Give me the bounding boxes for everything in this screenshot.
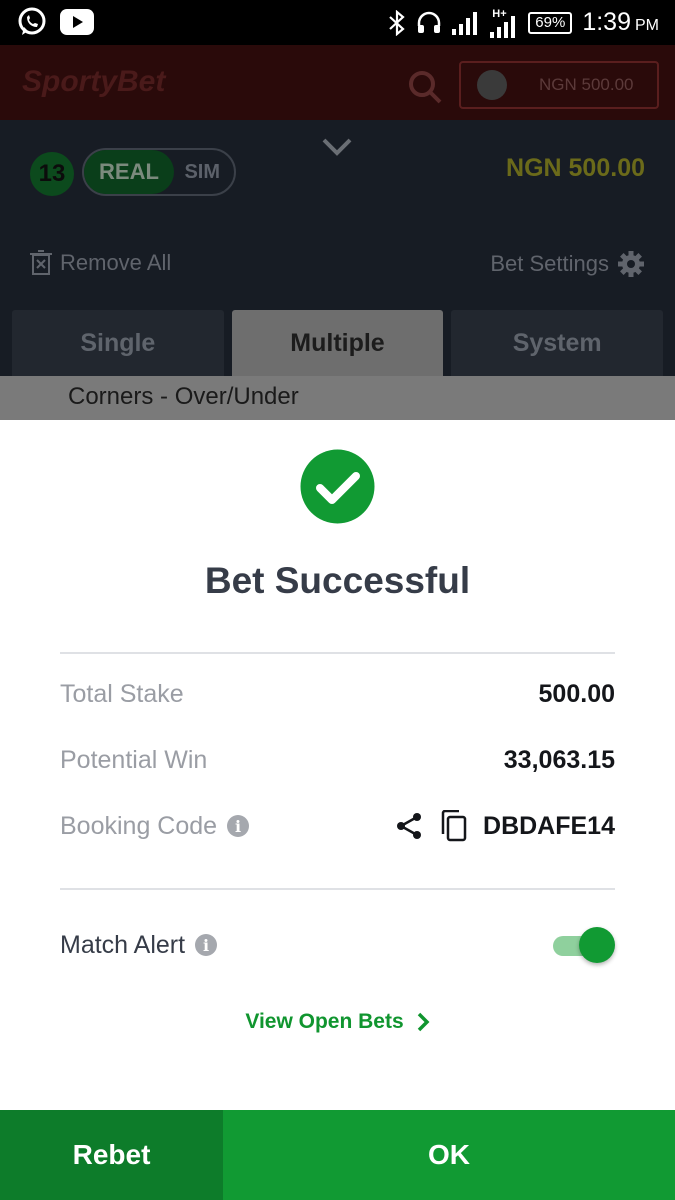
signal-icon — [452, 11, 478, 35]
gear-icon — [618, 251, 644, 277]
share-icon[interactable] — [395, 812, 423, 840]
dialog-actions: Rebet OK — [0, 1110, 675, 1200]
chevron-right-icon — [417, 1012, 430, 1032]
potential-win-row: Potential Win 33,063.15 — [60, 740, 615, 780]
status-bar: H+ 69% 1:39 PM — [0, 0, 675, 45]
booking-code-group: DBDAFE14 — [395, 810, 615, 842]
headset-icon — [418, 11, 441, 33]
header-balance-button[interactable]: NGN 500.00 — [459, 61, 659, 109]
dialog-title: Bet Successful — [204, 560, 471, 601]
bet-type-tabs: Single Multiple System — [12, 310, 664, 376]
youtube-icon — [60, 9, 94, 35]
trash-icon — [30, 250, 52, 275]
total-stake-row: Total Stake 500.00 — [60, 674, 615, 714]
potential-win-label: Potential Win — [60, 745, 208, 774]
match-alert-toggle[interactable] — [553, 925, 615, 965]
booking-code-label-group: Booking Code i — [60, 811, 250, 841]
divider — [60, 888, 615, 890]
potential-win-value: 33,063.15 — [503, 745, 615, 774]
divider — [60, 652, 615, 654]
toggle-knob — [579, 927, 615, 963]
rebet-button[interactable]: Rebet — [0, 1110, 223, 1200]
view-open-bets-link[interactable]: View Open Bets — [0, 1010, 675, 1034]
view-open-bets-label: View Open Bets — [245, 1010, 404, 1033]
booking-code-row: Booking Code i DBDAFE14 — [60, 806, 615, 846]
sportybet-logo: SportyBet — [22, 65, 166, 98]
info-icon[interactable]: i — [195, 934, 218, 956]
info-icon[interactable]: i — [227, 815, 250, 837]
selection-count-badge: 13 — [30, 152, 74, 196]
battery-indicator: 69% — [528, 11, 573, 34]
match-alert-label-group: Match Alert i — [60, 930, 218, 960]
tab-multiple[interactable]: Multiple — [231, 310, 444, 376]
match-alert-label: Match Alert — [60, 930, 186, 959]
total-stake-value: 500.00 — [538, 679, 615, 708]
header-balance: NGN 500.00 — [539, 75, 634, 94]
market-name: Corners - Over/Under — [0, 376, 675, 420]
booking-code-label: Booking Code — [60, 811, 218, 840]
bet-success-dialog: Bet Successful Total Stake 500.00 Potent… — [0, 420, 675, 1110]
total-stake-label: Total Stake — [60, 679, 184, 708]
bluetooth-icon — [389, 9, 405, 36]
bet-settings-button[interactable]: Bet Settings — [490, 250, 645, 278]
copy-icon[interactable] — [439, 810, 467, 842]
remove-all-label: Remove All — [60, 250, 172, 275]
app-header: SportyBet NGN 500.00 — [0, 45, 675, 120]
whatsapp-icon — [18, 7, 46, 35]
signal-hplus-icon: H+ — [490, 8, 518, 38]
remove-all-button[interactable]: Remove All — [30, 250, 171, 276]
mode-real[interactable]: REAL — [84, 150, 174, 194]
bet-settings-label: Bet Settings — [490, 251, 609, 276]
tab-single[interactable]: Single — [12, 310, 224, 376]
avatar — [477, 70, 507, 100]
chevron-down-icon[interactable] — [321, 136, 353, 158]
ok-button[interactable]: OK — [223, 1110, 675, 1200]
checkmark-icon — [300, 449, 375, 524]
search-icon[interactable] — [407, 69, 443, 105]
booking-code-value[interactable]: DBDAFE14 — [483, 812, 615, 841]
mode-sim[interactable]: SIM — [184, 150, 220, 194]
betslip-balance: NGN 500.00 — [506, 154, 645, 182]
real-sim-toggle[interactable]: REAL SIM — [82, 148, 236, 196]
match-alert-row: Match Alert i — [60, 925, 615, 965]
clock: 1:39 PM — [582, 8, 659, 36]
tab-system[interactable]: System — [451, 310, 664, 376]
